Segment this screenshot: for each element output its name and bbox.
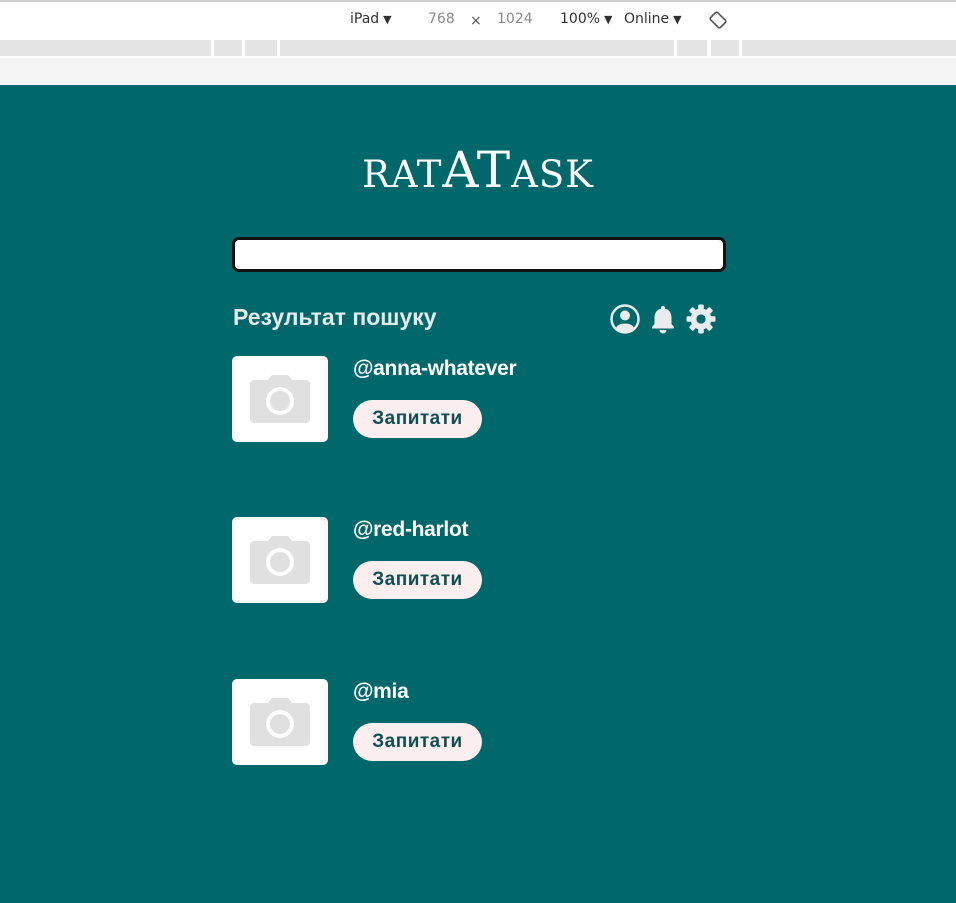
ruler-segment[interactable] (711, 40, 739, 56)
logo-part-at: AT (442, 141, 512, 199)
avatar (232, 517, 328, 603)
caret-down-icon: ▼ (673, 13, 682, 26)
request-button[interactable]: Запитати (353, 723, 482, 761)
camera-placeholder-icon (250, 698, 310, 746)
ruler-segment[interactable] (214, 40, 242, 56)
devtools-device-toolbar: iPad ▼ 768 × 1024 100% ▼ Online ▼ (0, 0, 956, 36)
logo-part-rat: RAT (362, 153, 443, 196)
app-logo: RATATASK (0, 145, 956, 195)
zoom-label: 100% (560, 11, 601, 27)
request-button[interactable]: Запитати (353, 400, 482, 438)
ruler-segment[interactable] (742, 40, 956, 56)
gear-icon[interactable] (685, 303, 717, 335)
username[interactable]: @anna-whatever (353, 357, 517, 381)
request-button[interactable]: Запитати (353, 561, 482, 599)
dimension-separator: × (470, 13, 482, 29)
ruler-segment[interactable] (0, 40, 211, 56)
user-result-item: @red-harlot Запитати (232, 517, 632, 607)
device-label: iPad (350, 11, 380, 27)
viewport-gutter (0, 58, 956, 85)
device-select[interactable]: iPad ▼ (350, 10, 392, 29)
avatar (232, 679, 328, 765)
ruler-segment[interactable] (280, 40, 674, 56)
username[interactable]: @mia (353, 680, 409, 704)
caret-down-icon: ▼ (383, 13, 392, 26)
width-field[interactable]: 768 (428, 10, 455, 28)
username[interactable]: @red-harlot (353, 518, 468, 542)
bell-icon[interactable] (647, 303, 679, 335)
rotate-icon[interactable] (709, 11, 727, 29)
logo-part-ask: ASK (511, 153, 594, 196)
zoom-select[interactable]: 100% ▼ (560, 10, 613, 29)
height-field[interactable]: 1024 (497, 10, 533, 28)
camera-placeholder-icon (250, 536, 310, 584)
account-icon[interactable] (609, 303, 641, 335)
network-throttle-select[interactable]: Online ▼ (624, 10, 682, 29)
search-input[interactable] (232, 237, 726, 272)
network-label: Online (624, 11, 670, 27)
camera-placeholder-icon (250, 375, 310, 423)
app-viewport: RATATASK Результат пошуку @anna-whatever… (0, 85, 956, 903)
ruler-segment[interactable] (245, 40, 277, 56)
avatar (232, 356, 328, 442)
media-query-ruler (0, 36, 956, 58)
results-title: Результат пошуку (233, 304, 437, 330)
ruler-segment[interactable] (677, 40, 707, 56)
caret-down-icon: ▼ (604, 13, 613, 26)
user-result-item: @anna-whatever Запитати (232, 356, 632, 446)
user-result-item: @mia Запитати (232, 679, 632, 769)
